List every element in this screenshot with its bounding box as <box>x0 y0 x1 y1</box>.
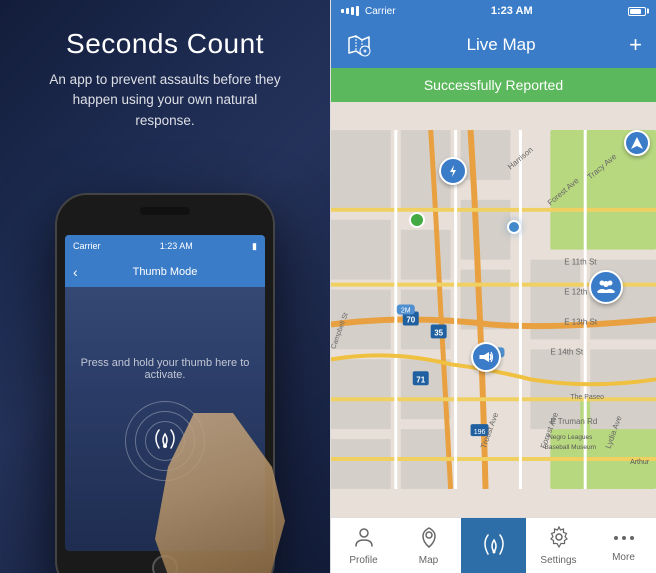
svg-text:71: 71 <box>416 375 425 384</box>
left-content: Seconds Count An app to prevent assaults… <box>0 0 330 131</box>
nav-item-map[interactable]: Map <box>396 518 461 573</box>
nav-item-more[interactable]: More <box>591 518 656 573</box>
location-dot <box>507 220 521 234</box>
svg-text:Negro Leagues: Negro Leagues <box>548 434 592 441</box>
add-button[interactable]: + <box>629 34 642 56</box>
svg-text:E 14th St: E 14th St <box>550 347 584 356</box>
signal-bar-1 <box>341 9 344 13</box>
battery-icon <box>628 7 646 16</box>
map-settings-icon[interactable] <box>345 31 373 59</box>
svg-text:E 13th St: E 13th St <box>564 317 598 326</box>
hand-shape <box>155 413 285 573</box>
phone-time: 1:23 AM <box>160 241 193 251</box>
profile-icon <box>353 526 375 553</box>
alert-icon <box>482 531 506 560</box>
left-panel: Seconds Count An app to prevent assaults… <box>0 0 330 573</box>
svg-text:Baseball Museum: Baseball Museum <box>545 444 596 451</box>
svg-text:The Paseo: The Paseo <box>570 394 604 401</box>
carrier-label: Carrier <box>365 6 396 17</box>
map-icon <box>418 526 440 553</box>
settings-label: Settings <box>540 555 576 566</box>
app-header: Live Map + <box>331 22 656 68</box>
group-pin[interactable] <box>589 270 623 304</box>
svg-text:35: 35 <box>434 328 443 337</box>
signal-bar-2 <box>346 8 349 14</box>
more-icon <box>613 529 635 550</box>
green-pin[interactable] <box>409 212 425 228</box>
alert-pin[interactable] <box>471 342 501 372</box>
phone-notch <box>140 207 190 215</box>
status-time: 1:23 AM <box>491 5 533 17</box>
phone-header: ‹ Thumb Mode <box>65 257 265 287</box>
nav-pin[interactable] <box>624 130 650 156</box>
svg-text:70: 70 <box>406 315 415 324</box>
signal-bar-4 <box>356 6 359 16</box>
settings-icon <box>548 526 570 553</box>
phone-battery-icon: ▮ <box>252 241 257 252</box>
map-svg: 70 35 71 2M 2K 196 Forest Ave Tracy Ave … <box>331 102 656 517</box>
tagline-sub: An app to prevent assaults before they h… <box>45 70 285 131</box>
phone-status-bar: Carrier 1:23 AM ▮ <box>65 235 265 257</box>
map-area[interactable]: 70 35 71 2M 2K 196 Forest Ave Tracy Ave … <box>331 102 656 517</box>
back-icon[interactable]: ‹ <box>73 264 78 280</box>
press-text: Press and hold your thumb here to activa… <box>77 357 253 381</box>
hand-overlay <box>155 413 285 573</box>
map-label: Map <box>419 555 438 566</box>
phone-mockup: Carrier 1:23 AM ▮ ‹ Thumb Mode Press and… <box>55 193 275 573</box>
nav-item-settings[interactable]: Settings <box>526 518 591 573</box>
bottom-nav: Profile Map <box>331 517 656 573</box>
success-text: Successfully Reported <box>424 77 563 93</box>
battery-fill <box>630 9 641 14</box>
signal-bar-3 <box>351 7 354 15</box>
battery-indicator <box>628 7 646 16</box>
tagline-title: Seconds Count <box>66 28 264 60</box>
svg-text:Arthur: Arthur <box>630 459 650 466</box>
svg-text:E 11th St: E 11th St <box>564 258 597 267</box>
status-bar: Carrier 1:23 AM <box>331 0 656 22</box>
header-title: Live Map <box>467 35 536 55</box>
nav-item-profile[interactable]: Profile <box>331 518 396 573</box>
lightning-pin[interactable] <box>439 157 467 185</box>
nav-item-alert[interactable] <box>461 518 526 573</box>
more-label: More <box>612 552 635 563</box>
svg-text:2M: 2M <box>401 307 411 314</box>
success-banner: Successfully Reported <box>331 68 656 102</box>
phone-carrier: Carrier <box>73 241 101 251</box>
profile-label: Profile <box>349 555 377 566</box>
right-panel: Carrier 1:23 AM Live Map + Successfully … <box>330 0 656 573</box>
signal-indicator: Carrier <box>341 6 396 17</box>
phone-header-title: Thumb Mode <box>133 266 198 278</box>
